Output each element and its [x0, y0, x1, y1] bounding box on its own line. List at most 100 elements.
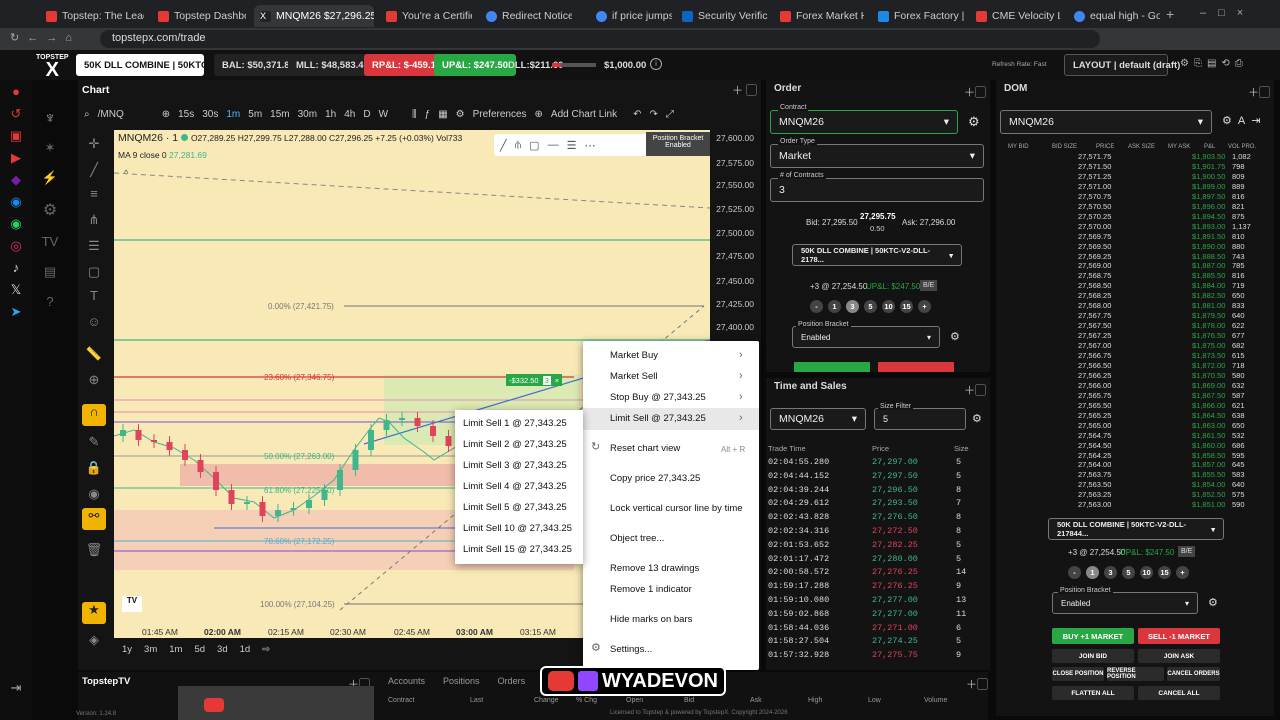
candle-type-icon[interactable]: ⫼: [412, 109, 417, 120]
dom-bracket-select[interactable]: Enabled ▾: [1052, 592, 1198, 614]
dom-price[interactable]: 27,566.50: [1078, 361, 1111, 370]
dom-volume[interactable]: 580: [1232, 371, 1245, 380]
add-chart-link-button[interactable]: Add Chart Link: [551, 109, 617, 120]
qty-15[interactable]: 15: [900, 300, 913, 313]
youtube-icon[interactable]: ▶: [6, 150, 26, 166]
dom-pnl[interactable]: $1,870.50: [1192, 371, 1225, 380]
tf-1m[interactable]: 1m: [226, 109, 240, 120]
browser-tab[interactable]: Topstep Dashboar: [152, 5, 246, 27]
dom-price[interactable]: 27,563.75: [1078, 470, 1111, 479]
tf-30s[interactable]: 30s: [202, 109, 218, 120]
x-icon[interactable]: 𝕏: [6, 282, 26, 298]
whatsapp-icon[interactable]: ◉: [6, 216, 26, 232]
dom-volume[interactable]: 798: [1232, 162, 1245, 171]
browser-tab[interactable]: if price jumps up c: [590, 5, 672, 27]
trendline-icon[interactable]: ╱: [84, 162, 104, 178]
layout-grid-icon[interactable]: ▦: [438, 109, 447, 120]
sell-button-partial[interactable]: [878, 362, 954, 372]
position-tag[interactable]: -$332.50 3 ×: [506, 374, 563, 386]
dom-pnl[interactable]: $1,901.75: [1192, 162, 1225, 171]
dom-volume[interactable]: 532: [1232, 431, 1245, 440]
horizontal-lines-icon[interactable]: ≡: [84, 186, 104, 201]
dom-price[interactable]: 27,568.00: [1078, 301, 1111, 310]
search-icon[interactable]: ⌕: [84, 109, 90, 120]
dom-volume[interactable]: 650: [1232, 421, 1245, 430]
goto-date-icon[interactable]: ⇨: [262, 644, 270, 655]
dom-price[interactable]: 27,571.50: [1078, 162, 1111, 171]
panel-controls-icon[interactable]: ＋▢: [964, 84, 986, 100]
messenger-icon[interactable]: ◉: [6, 194, 26, 210]
dom-pnl[interactable]: $1,855.50: [1192, 470, 1225, 479]
pitchfork-icon[interactable]: ⋔: [84, 212, 104, 228]
flatten-all-button[interactable]: FLATTEN ALL: [1052, 686, 1134, 700]
browser-tab[interactable]: Security Verificati: [676, 5, 768, 27]
submenu-item[interactable]: Limit Sell 2 @ 27,343.25: [463, 439, 567, 450]
dom-pnl[interactable]: $1,875.00: [1192, 341, 1225, 350]
browser-tab[interactable]: Forex Market Hou: [774, 5, 864, 27]
settings-lines-icon[interactable]: ☰: [567, 139, 577, 152]
dom-pnl[interactable]: $1,896.00: [1192, 202, 1225, 211]
dom-volume[interactable]: 810: [1232, 232, 1245, 241]
layout-select[interactable]: LAYOUT | default (draft): [1064, 54, 1180, 76]
brush-icon[interactable]: ✎: [84, 434, 104, 450]
dom-volume[interactable]: 880: [1232, 242, 1245, 251]
dom-pnl[interactable]: $1,851.00: [1192, 500, 1225, 509]
gear-icon[interactable]: ⚙: [950, 330, 960, 343]
window-controls[interactable]: –□×: [1200, 7, 1255, 19]
dom-price[interactable]: 27,565.00: [1078, 421, 1111, 430]
dom-account-select[interactable]: 50K DLL COMBINE | 50KTC-V2-DLL-217844...…: [1048, 518, 1224, 540]
logout-icon[interactable]: ⇥: [6, 680, 26, 696]
dom-price[interactable]: 27,566.25: [1078, 371, 1111, 380]
range-3m[interactable]: 3m: [144, 644, 157, 655]
lock-icon[interactable]: 🔒: [84, 460, 104, 476]
close-position-icon[interactable]: ×: [555, 376, 559, 385]
dom-pnl[interactable]: $1,873.50: [1192, 351, 1225, 360]
menu-remove-indicator[interactable]: Remove 1 indicator: [610, 584, 692, 595]
dom-pnl[interactable]: $1,861.50: [1192, 431, 1225, 440]
tiktok-icon[interactable]: ♪: [6, 260, 26, 275]
menu-lock-cursor[interactable]: Lock vertical cursor line by time: [610, 503, 743, 514]
dom-price[interactable]: 27,566.00: [1078, 381, 1111, 390]
qty-10[interactable]: 10: [882, 300, 895, 313]
text-icon[interactable]: T: [84, 288, 104, 303]
dom-volume[interactable]: 583: [1232, 470, 1245, 479]
extension-icon[interactable]: ◆: [6, 172, 26, 188]
dom-qty-preset[interactable]: 10: [1140, 566, 1153, 579]
menu-stop-buy[interactable]: Stop Buy @ 27,343.25: [610, 392, 706, 403]
menu-object-tree[interactable]: Object tree...: [610, 533, 664, 544]
menu-reset-chart[interactable]: Reset chart view: [610, 443, 680, 454]
layout-tools-icons[interactable]: ⚙⎘▤⟲⎙: [1180, 58, 1248, 69]
dom-pnl[interactable]: $1,894.50: [1192, 212, 1225, 221]
dom-pnl[interactable]: $1,878.00: [1192, 321, 1225, 330]
submenu-item[interactable]: Limit Sell 10 @ 27,343.25: [463, 523, 572, 534]
dom-volume[interactable]: 621: [1232, 401, 1245, 410]
dom-volume[interactable]: 875: [1232, 212, 1245, 221]
dom-price[interactable]: 27,566.75: [1078, 351, 1111, 360]
dom-pnl[interactable]: $1,863.00: [1192, 421, 1225, 430]
dom-volume[interactable]: 638: [1232, 411, 1245, 420]
dom-pnl[interactable]: $1,879.50: [1192, 311, 1225, 320]
dom-price[interactable]: 27,563.00: [1078, 500, 1111, 509]
dom-volume[interactable]: 645: [1232, 460, 1245, 469]
help-icon[interactable]: ?: [40, 294, 60, 309]
dom-price[interactable]: 27,569.75: [1078, 232, 1111, 241]
submenu-item[interactable]: Limit Sell 15 @ 27,343.25: [463, 544, 572, 555]
qty-plus[interactable]: +: [918, 300, 931, 313]
dom-pnl[interactable]: $1,903.50: [1192, 152, 1225, 161]
qty-3[interactable]: 3: [846, 300, 859, 313]
tf-1h[interactable]: 1h: [325, 109, 336, 120]
dom-price[interactable]: 27,568.25: [1078, 291, 1111, 300]
join-ask-button[interactable]: JOIN ASK: [1138, 649, 1220, 663]
dom-pnl[interactable]: $1,890.00: [1192, 242, 1225, 251]
undo-icon[interactable]: ↶: [633, 109, 641, 120]
close-position-button[interactable]: CLOSE POSITION: [1052, 667, 1104, 681]
dom-pnl[interactable]: $1,882.50: [1192, 291, 1225, 300]
order-contract-select[interactable]: MNQM26 ▾: [770, 110, 958, 134]
dom-price[interactable]: 27,565.75: [1078, 391, 1111, 400]
qty-1[interactable]: 1: [828, 300, 841, 313]
dom-qty-preset[interactable]: -: [1068, 566, 1081, 579]
tf-15s[interactable]: 15s: [178, 109, 194, 120]
order-account-select[interactable]: 50K DLL COMBINE | 50KTC-V2-DLL-2178... ▾: [792, 244, 962, 266]
submenu-item[interactable]: Limit Sell 1 @ 27,343.25: [463, 418, 567, 429]
dom-pnl[interactable]: $1,854.00: [1192, 480, 1225, 489]
